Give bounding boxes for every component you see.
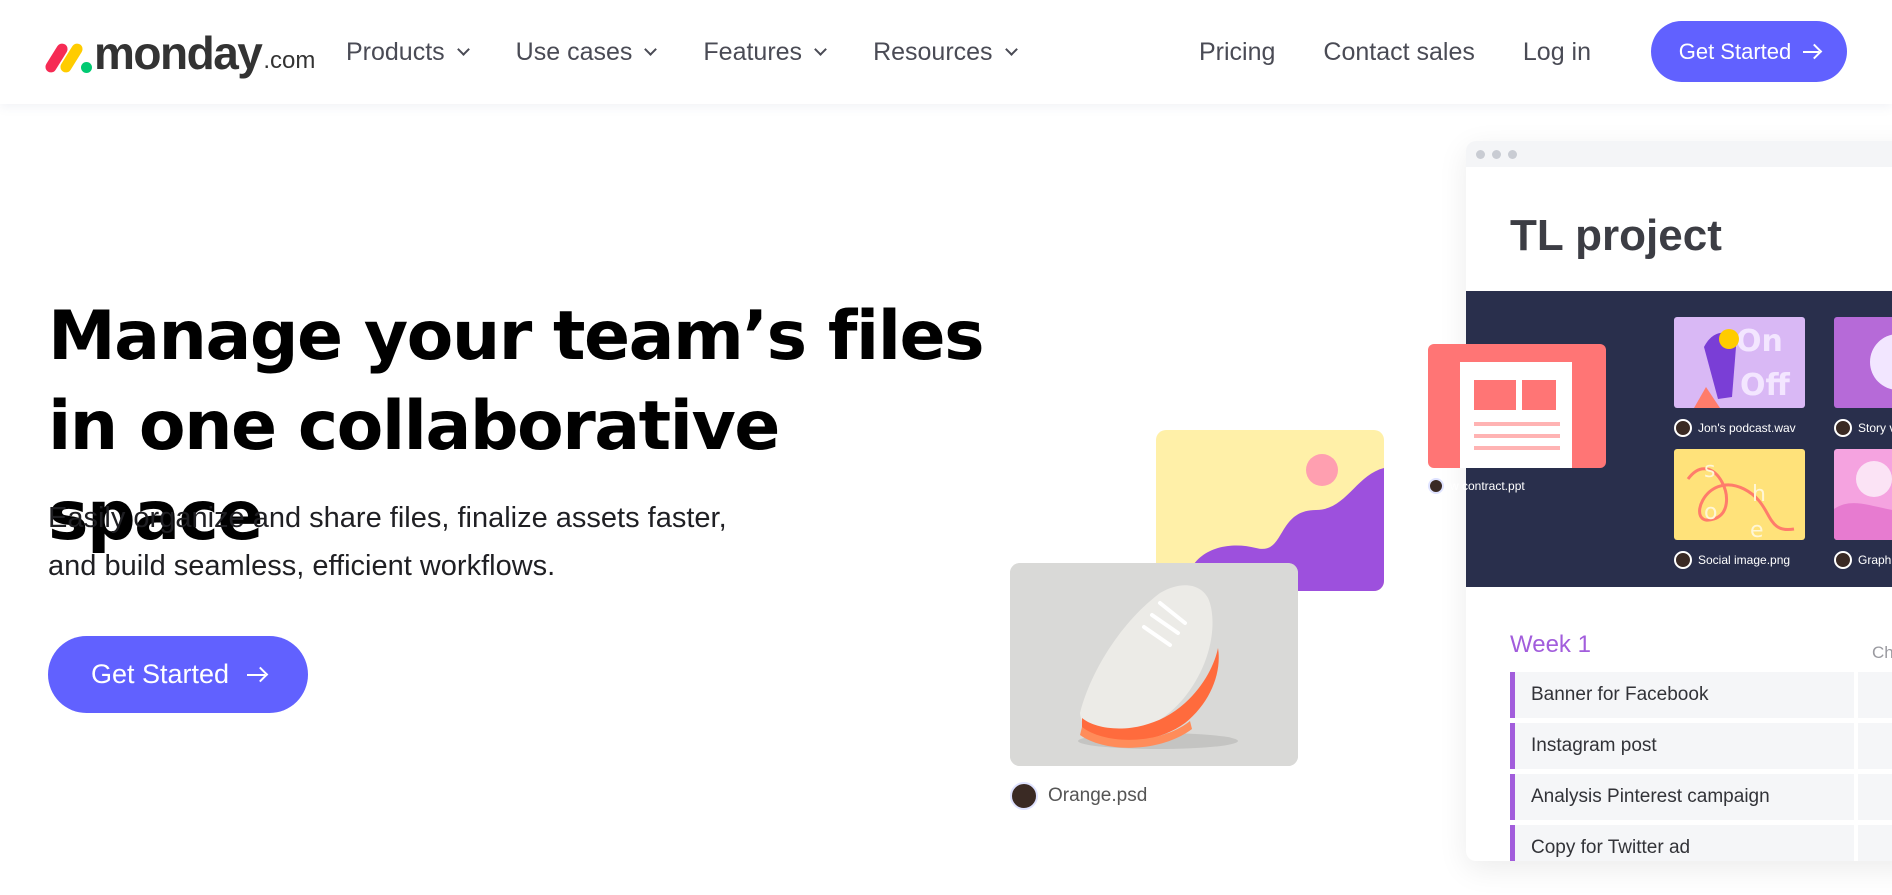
task-name: Instagram post [1531,735,1657,756]
window-dot-icon [1508,149,1517,159]
main-nav: Products Use cases Features Resources [346,0,1064,104]
contract-file-caption: w contract.ppt [1428,478,1525,494]
sneaker-file-caption: Orange.psd [1010,782,1147,810]
story-illustration-icon [1870,334,1892,390]
svg-text:e: e [1750,518,1764,540]
nav-use-cases[interactable]: Use cases [515,37,658,67]
header-get-started-button[interactable]: Get Started [1651,21,1847,82]
chevron-down-icon [456,42,470,56]
nav-features-label: Features [703,37,803,66]
site-header: monday .com Products Use cases Features … [0,0,1892,104]
group-title: Week 1 [1510,631,1591,658]
hero-subtitle-line-2: and build seamless, efficient workflows. [48,550,556,582]
board-title: TL project [1510,211,1722,260]
arrow-right-icon [247,673,266,676]
window-dot-icon [1476,149,1485,159]
svg-text:h: h [1752,482,1766,507]
gallery-label-story: Story v [1834,419,1892,437]
monday-logo[interactable]: monday .com [43,26,316,79]
task-name: Copy for Twitter ad [1531,837,1691,858]
hero-get-started-button[interactable]: Get Started [48,636,308,713]
svg-text:Off: Off [1740,368,1791,403]
gallery-label-graph: Graph [1834,551,1891,569]
hero-subtitle-line-1: Easily organize and share files, finaliz… [48,502,727,534]
contact-sales-link[interactable]: Contact sales [1323,38,1474,67]
task-name: Banner for Facebook [1531,684,1709,705]
nav-use-cases-label: Use cases [515,37,633,66]
arrow-right-icon [1803,50,1820,53]
sneaker-file-name: Orange.psd [1048,785,1148,806]
podcast-illustration-icon: On Off [1694,324,1791,408]
hero-get-started-label: Get Started [90,659,230,689]
document-icon [1460,362,1572,468]
logo-suffix: .com [263,47,316,74]
login-link[interactable]: Log in [1523,38,1591,67]
table-row: Banner for Facebook [1510,672,1854,718]
monday-logo-mark-icon [43,36,92,76]
row-cell [1858,672,1892,718]
hero-subtitle: Easily organize and share files, finaliz… [48,494,808,590]
nav-features[interactable]: Features [703,37,827,67]
header-get-started-label: Get Started [1678,38,1792,64]
gallery-thumb-social: s h o e [1674,449,1805,540]
user-avatar [1834,551,1852,569]
user-avatar [1428,478,1444,494]
hero-title-line-1: Manage your team’s files [48,297,985,376]
gallery-label-podcast: Jon's podcast.wav [1674,419,1796,437]
logo-wordmark: monday [94,27,263,79]
pricing-link[interactable]: Pricing [1199,38,1275,67]
gallery-file-name: Graph [1858,553,1892,567]
chevron-down-icon [644,42,658,56]
sneaker-photo-icon [1010,563,1298,766]
gallery-file-name: Jon's podcast.wav [1698,421,1796,435]
svg-text:On: On [1736,324,1783,359]
column-header: Ch [1872,643,1892,662]
row-cell [1858,825,1892,861]
chevron-down-icon [1004,42,1018,56]
sneaker-image-card [1010,563,1298,766]
gallery-file-name: Story v [1858,421,1892,435]
user-avatar [1834,419,1852,437]
gallery-file-name: Social image.png [1698,553,1791,567]
graph-illustration-icon [1834,461,1892,540]
svg-text:o: o [1704,500,1717,525]
row-cell [1858,774,1892,820]
svg-text:s: s [1704,458,1715,483]
social-illustration-icon: s h o e [1686,458,1795,540]
task-name: Analysis Pinterest campaign [1531,786,1770,807]
gallery-thumb-story [1834,317,1892,408]
row-cell [1858,723,1892,769]
secondary-nav: Pricing Contact sales Log in [1199,0,1639,104]
nav-products-label: Products [346,37,445,66]
user-avatar [1674,551,1692,569]
table-row: Analysis Pinterest campaign [1510,774,1854,820]
user-avatar [1674,419,1692,437]
board-window: TL project On Off Jon's podcast.wav Stor… [1466,141,1892,861]
user-avatar [1010,782,1038,810]
contract-file-name: w contract.ppt [1450,479,1525,493]
chevron-down-icon [814,42,827,56]
nav-resources-label: Resources [873,37,993,66]
gallery-label-social: Social image.png [1674,551,1790,569]
gallery-thumb-podcast: On Off [1674,317,1805,408]
nav-resources[interactable]: Resources [873,37,1018,67]
table-row: Instagram post [1510,723,1854,769]
contract-document-card [1428,344,1606,468]
window-title-bar [1466,141,1892,167]
window-dot-icon [1492,149,1501,159]
gallery-thumb-graph [1834,449,1892,540]
nav-products[interactable]: Products [346,37,470,67]
table-row: Copy for Twitter ad [1510,825,1854,861]
